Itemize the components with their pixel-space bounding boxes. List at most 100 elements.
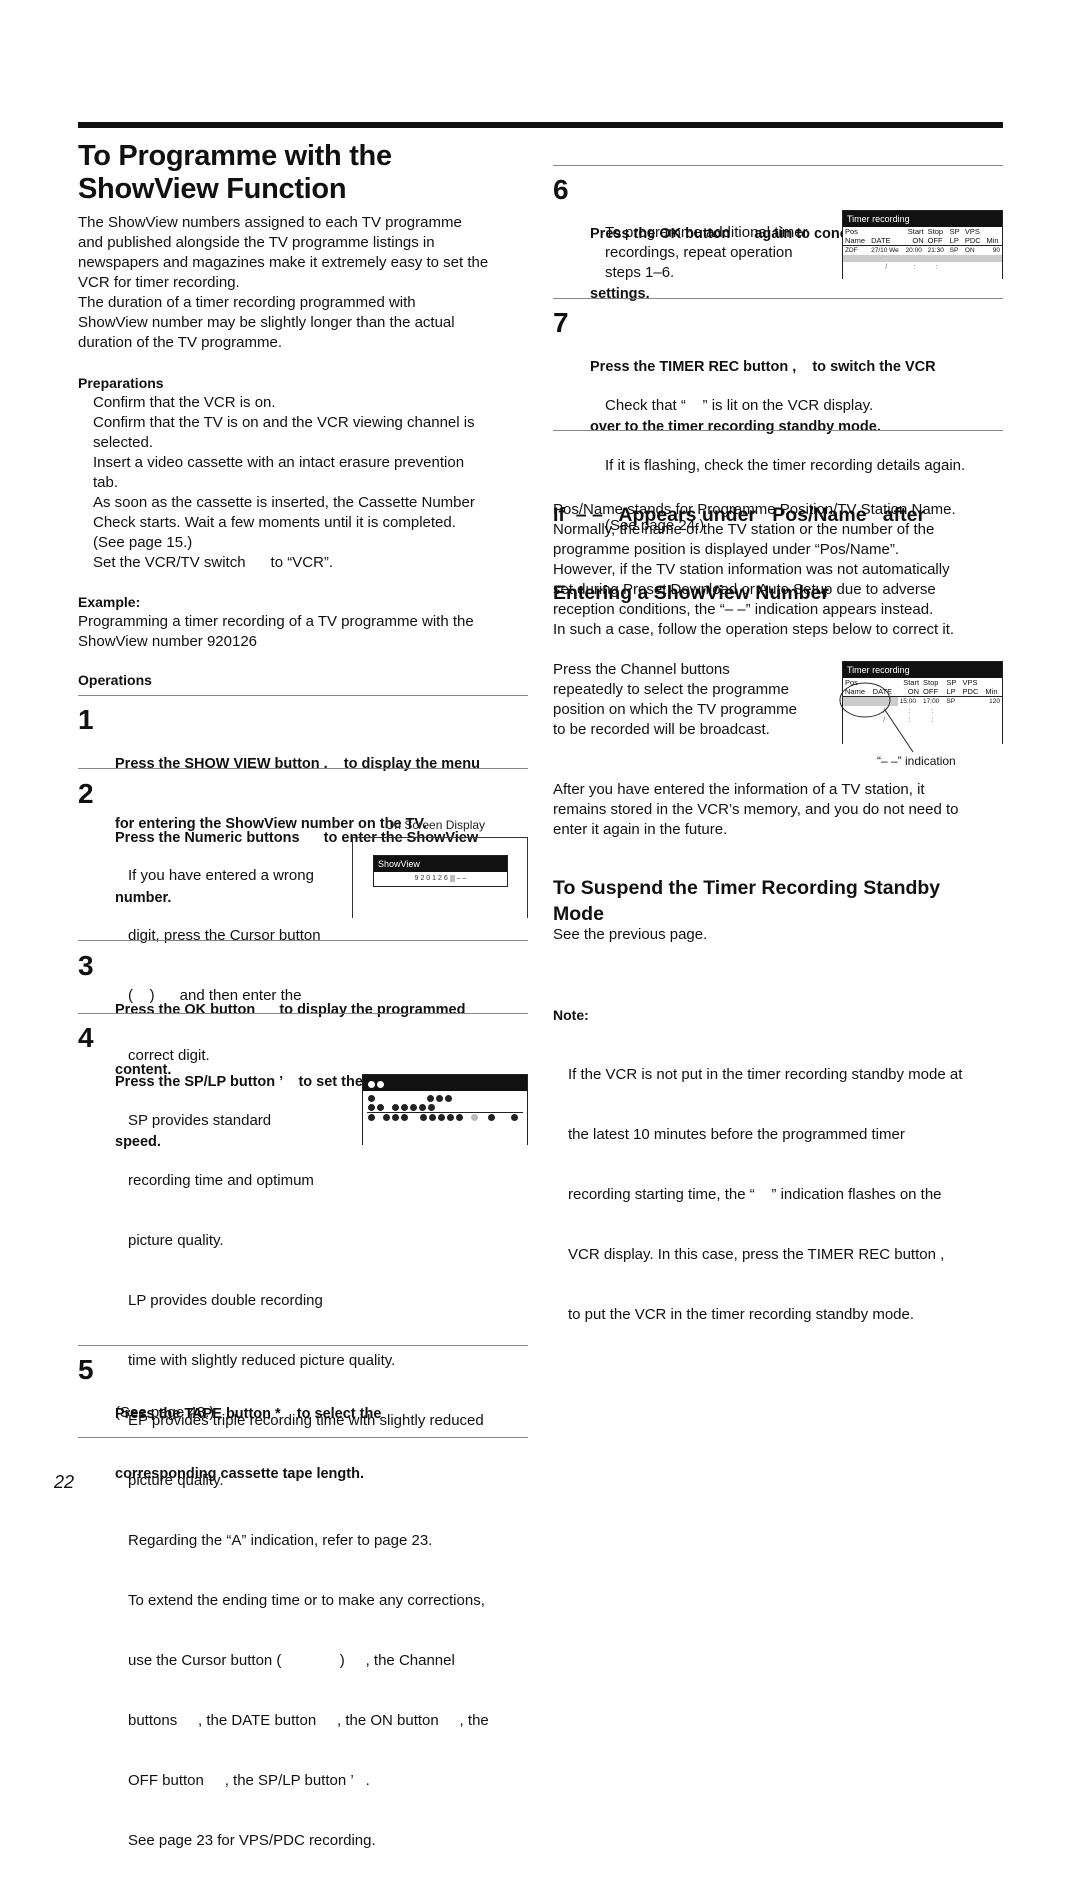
page-title-line-1: To Programme with the xyxy=(78,140,392,172)
glyph-icon xyxy=(368,1095,375,1103)
top-rule xyxy=(78,122,1003,128)
paragraph-line: remains stored in the VCR’s memory, and … xyxy=(553,801,959,818)
after-entering-text: After you have entered the information o… xyxy=(553,780,1013,840)
table-row[interactable]: ZDF 27/10 We 20:00 21:30 SP ON 90 xyxy=(843,246,1002,256)
osd-caption: On Screen Display xyxy=(385,818,486,832)
divider xyxy=(78,1437,528,1438)
step-body-line: Regarding the “A” indication, refer to p… xyxy=(128,1532,433,1549)
header-cell: Start xyxy=(907,227,924,236)
example-section: Example: Programming a timer recording o… xyxy=(78,592,538,652)
note-line: If the VCR is not put in the timer recor… xyxy=(568,1066,963,1083)
divider xyxy=(78,940,528,941)
section-heading-suspend: To Suspend the Timer Recording Standby M… xyxy=(553,875,1013,927)
paragraph-line: reception conditions, the “– –” indicati… xyxy=(553,601,934,618)
preparation-item: Confirm that the TV is on and the VCR vi… xyxy=(93,414,475,431)
glyph-icon xyxy=(401,1114,408,1122)
step-number: 6 xyxy=(553,174,569,205)
glyph-icon xyxy=(377,1104,384,1112)
cell-vps: ON xyxy=(964,247,975,254)
header-cell xyxy=(983,678,1002,687)
paragraph-line: repeatedly to select the programme xyxy=(553,681,789,698)
glyph-icon xyxy=(445,1095,452,1103)
osd-title-bar xyxy=(363,1075,527,1091)
glyph-icon xyxy=(392,1114,399,1122)
divider xyxy=(553,298,1003,299)
glyph-icon xyxy=(368,1104,375,1112)
cell-pos-name: ZDF xyxy=(845,247,858,254)
header-cell: Name xyxy=(845,236,866,245)
osd-glyph-rows xyxy=(363,1091,527,1122)
cell-date: 27/10 We xyxy=(871,247,899,254)
paragraph-line: Normally, the name of the TV station or … xyxy=(553,521,935,538)
header-cell xyxy=(984,227,1002,236)
step-body-line: picture quality. xyxy=(128,1232,224,1249)
glyph-icon xyxy=(401,1104,408,1112)
step-body-line: See page 23 for VPS/PDC recording. xyxy=(128,1832,376,1849)
glyph-icon xyxy=(427,1095,434,1103)
page-number: 22 xyxy=(54,1472,75,1492)
cell-vps xyxy=(961,697,984,707)
preparation-item: Set the VCR/TV switch to “VCR”. xyxy=(93,554,334,571)
intro-line: duration of the TV programme. xyxy=(78,334,282,351)
paragraph-line: Pos/Name stands for Programme Position/T… xyxy=(553,501,956,518)
glyph-icon xyxy=(368,1081,375,1089)
step-body-line: recordings, repeat operation xyxy=(605,244,793,261)
divider xyxy=(78,1013,528,1014)
paragraph-line: enter it again in the future. xyxy=(553,821,728,838)
step-body-line: (See page 48.) xyxy=(115,1404,215,1421)
note-line: to put the VCR in the timer recording st… xyxy=(568,1306,915,1323)
glyph-icon xyxy=(420,1114,427,1122)
cell-speed: SP xyxy=(949,247,959,254)
glyph-icon xyxy=(511,1114,518,1122)
example-line: Programming a timer recording of a TV pr… xyxy=(78,613,474,630)
heading-line: Mode xyxy=(553,903,604,925)
paragraph-line: set during Preset Download or Auto Setup… xyxy=(553,581,936,598)
step-number: 4 xyxy=(78,1022,94,1053)
glyph-icon xyxy=(438,1114,445,1122)
note-line: VCR display. In this case, press the TIM… xyxy=(568,1246,945,1263)
osd-timer-glyph-display xyxy=(362,1074,528,1145)
table-row-empty[interactable]: / : : xyxy=(843,262,1002,271)
glyph-icon xyxy=(410,1104,417,1112)
dash-indication-callout: “– –” indication xyxy=(877,754,956,768)
preparations-heading: Preparations xyxy=(78,375,164,391)
step-title-line: corresponding cassette tape length. xyxy=(115,1466,364,1482)
step-body: (See page 48.) xyxy=(115,1403,525,1423)
step-title-line: Press the SHOW VIEW button . to display … xyxy=(115,756,480,772)
step-number: 7 xyxy=(553,307,569,338)
tv-screen-frame: ShowView 9 2 0 1 2 6 – – xyxy=(352,837,528,918)
table-header-row: Pos Start Stop SP VPS xyxy=(843,227,1002,236)
suspend-text: See the previous page. xyxy=(553,926,708,943)
glyph-icon xyxy=(368,1114,375,1122)
divider xyxy=(553,430,1003,431)
osd-title: ShowView xyxy=(374,856,507,872)
preparation-item: Confirm that the VCR is on. xyxy=(93,394,276,411)
note-line: the latest 10 minutes before the program… xyxy=(568,1126,905,1143)
header-cell: Min xyxy=(986,236,999,245)
step-body-line: steps 1–6. xyxy=(605,264,675,281)
step-body-line: use the Cursor button ( ) , the Channel xyxy=(128,1652,455,1669)
step-body-line: digit, press the Cursor button xyxy=(128,927,321,944)
page-title: To Programme with the ShowView Function xyxy=(78,140,538,206)
callout-circle-icon xyxy=(839,682,914,753)
header-cell: OFF xyxy=(927,236,943,245)
header-cell: ON xyxy=(912,236,924,245)
step-title-line: settings. xyxy=(590,286,650,302)
step-number: 1 xyxy=(78,704,94,735)
paragraph-line: However, if the TV station information w… xyxy=(553,561,950,578)
step-body-line: buttons , the DATE button , the ON butto… xyxy=(128,1712,489,1729)
glyph-icon xyxy=(392,1104,399,1112)
preparation-item: As soon as the cassette is inserted, the… xyxy=(93,494,475,511)
paragraph-line: programme position is displayed under “P… xyxy=(553,541,899,558)
channel-instructions: Press the Channel buttons repeatedly to … xyxy=(553,660,833,740)
preparation-item: selected. xyxy=(93,434,154,451)
step-number: 2 xyxy=(78,778,94,809)
intro-line: ShowView number may be slightly longer t… xyxy=(78,314,455,331)
step-title: Press the TAPE button * to select the co… xyxy=(115,1364,535,1524)
preparation-item: Check starts. Wait a few moments until i… xyxy=(93,514,456,531)
glyph-icon xyxy=(377,1081,384,1089)
table-row-selected[interactable] xyxy=(843,255,1002,262)
intro-line: and published alongside the TV programme… xyxy=(78,234,435,251)
header-cell: PDC xyxy=(962,687,979,696)
showview-number-display: 9 2 0 1 2 6 – – xyxy=(374,872,507,886)
